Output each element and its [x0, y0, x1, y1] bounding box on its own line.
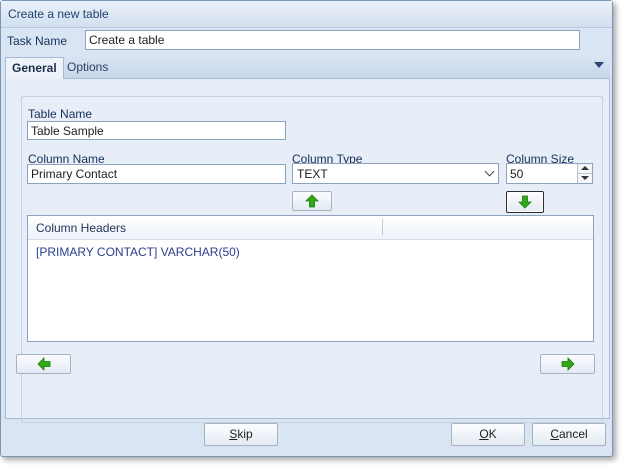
title-bar[interactable]: Create a new table	[1, 1, 612, 28]
header-divider[interactable]	[382, 219, 383, 235]
arrow-down-icon	[518, 195, 532, 209]
table-name-label: Table Name	[28, 107, 93, 121]
column-headers-list[interactable]: Column Headers [PRIMARY CONTACT] VARCHAR…	[27, 215, 594, 342]
tab-options[interactable]: Options	[61, 57, 114, 78]
list-header: Column Headers	[28, 216, 593, 240]
column-type-select[interactable]: TEXT	[292, 163, 499, 184]
ok-button[interactable]: OK	[451, 423, 525, 446]
skip-label: kip	[237, 427, 253, 441]
task-name-input[interactable]	[85, 30, 580, 50]
cancel-button[interactable]: Cancel	[532, 423, 606, 446]
arrow-right-icon	[561, 357, 575, 371]
general-panel: Table Name Column Name Column Type TEXT …	[5, 79, 610, 423]
caret-up-icon	[581, 166, 589, 170]
window-title: Create a new table	[8, 7, 109, 21]
chevron-down-icon[interactable]	[594, 62, 604, 68]
task-name-label: Task Name	[7, 34, 68, 48]
caret-down-icon	[581, 176, 589, 180]
cancel-accel: C	[550, 427, 559, 441]
column-name-input[interactable]	[27, 164, 286, 184]
stepper-up-button[interactable]	[578, 164, 592, 174]
next-button[interactable]	[540, 354, 595, 374]
dialog-window: Create a new table Task Name General Opt…	[0, 0, 613, 457]
column-size-value: 50	[510, 167, 524, 181]
column-headers-header[interactable]: Column Headers	[36, 221, 126, 235]
chevron-down-icon	[484, 166, 495, 177]
arrow-up-icon	[305, 194, 319, 208]
group-box: Table Name Column Name Column Type TEXT …	[21, 96, 603, 423]
arrow-left-icon	[36, 357, 50, 371]
move-up-button[interactable]	[292, 191, 332, 211]
stepper-down-button[interactable]	[578, 174, 592, 183]
column-size-stepper[interactable]: 50	[506, 163, 593, 184]
stepper-buttons	[577, 164, 592, 183]
ok-accel: O	[479, 427, 489, 441]
table-name-input[interactable]	[27, 121, 286, 140]
move-down-button[interactable]	[506, 191, 544, 213]
cancel-label: ancel	[558, 427, 588, 441]
tab-strip: General Options	[5, 57, 610, 80]
ok-label: K	[488, 427, 497, 441]
column-type-value: TEXT	[297, 167, 328, 181]
previous-button[interactable]	[16, 354, 71, 374]
tab-general[interactable]: General	[5, 57, 64, 80]
list-item[interactable]: [PRIMARY CONTACT] VARCHAR(50)	[36, 245, 240, 259]
skip-button[interactable]: Skip	[204, 423, 278, 446]
